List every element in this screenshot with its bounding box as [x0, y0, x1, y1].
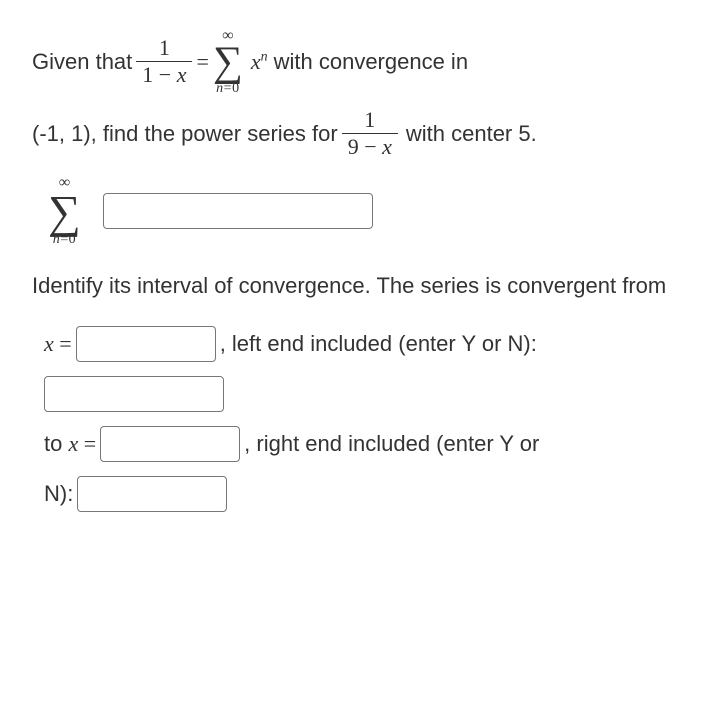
sigma-icon: ∑ — [48, 191, 81, 232]
fraction-numerator: 1 — [153, 36, 176, 61]
problem-line-1: Given that 1 1 − x = ∞ ∑ n=0 xn with con… — [32, 28, 687, 96]
fraction-numerator: 1 — [358, 108, 381, 133]
right-end-yn-input[interactable] — [77, 476, 227, 512]
equals-sign: = — [196, 45, 208, 78]
sum-lower-limit: n=0 — [216, 82, 239, 96]
text-with-convergence: with convergence in — [274, 45, 468, 78]
fraction-denominator: 1 − x — [136, 61, 192, 87]
n-close-label: N): — [44, 477, 73, 510]
to-label: to x = — [44, 427, 96, 460]
left-end-yn-input[interactable] — [44, 376, 224, 412]
problem-line-2: (-1, 1), find the power series for 1 9 −… — [32, 108, 687, 159]
right-end-included-text: , right end included (enter Y or — [244, 427, 539, 460]
text-with-center-5: with center 5. — [406, 117, 537, 150]
fraction-1-over-9-minus-x: 1 9 − x — [342, 108, 398, 159]
left-endpoint-input[interactable] — [76, 326, 216, 362]
series-term-answer-row: ∞ ∑ n=0 — [44, 175, 687, 246]
left-end-yn-row — [32, 376, 687, 412]
sigma-icon: ∑ — [213, 44, 243, 82]
fraction-1-over-1-minus-x: 1 1 − x — [136, 36, 192, 87]
text-interval-find: (-1, 1), find the power series for — [32, 117, 338, 150]
fraction-denominator: 9 − x — [342, 133, 398, 159]
left-end-included-text: , left end included (enter Y or N): — [220, 327, 537, 360]
identify-interval-text: Identify its interval of convergence. Th… — [32, 269, 687, 302]
text-given-that: Given that — [32, 45, 132, 78]
summation-symbol: ∞ ∑ n=0 — [213, 28, 243, 96]
right-endpoint-row: to x = , right end included (enter Y or — [32, 426, 687, 462]
right-endpoint-input[interactable] — [100, 426, 240, 462]
sum-lower-limit: n=0 — [53, 233, 76, 247]
x-equals-label: x = — [44, 327, 72, 360]
series-term-input[interactable] — [103, 193, 373, 229]
summation-symbol: ∞ ∑ n=0 — [48, 175, 81, 246]
term-x-to-the-n: xn — [251, 45, 268, 78]
left-endpoint-row: x = , left end included (enter Y or N): — [32, 326, 687, 362]
right-end-yn-row: N): — [32, 476, 687, 512]
